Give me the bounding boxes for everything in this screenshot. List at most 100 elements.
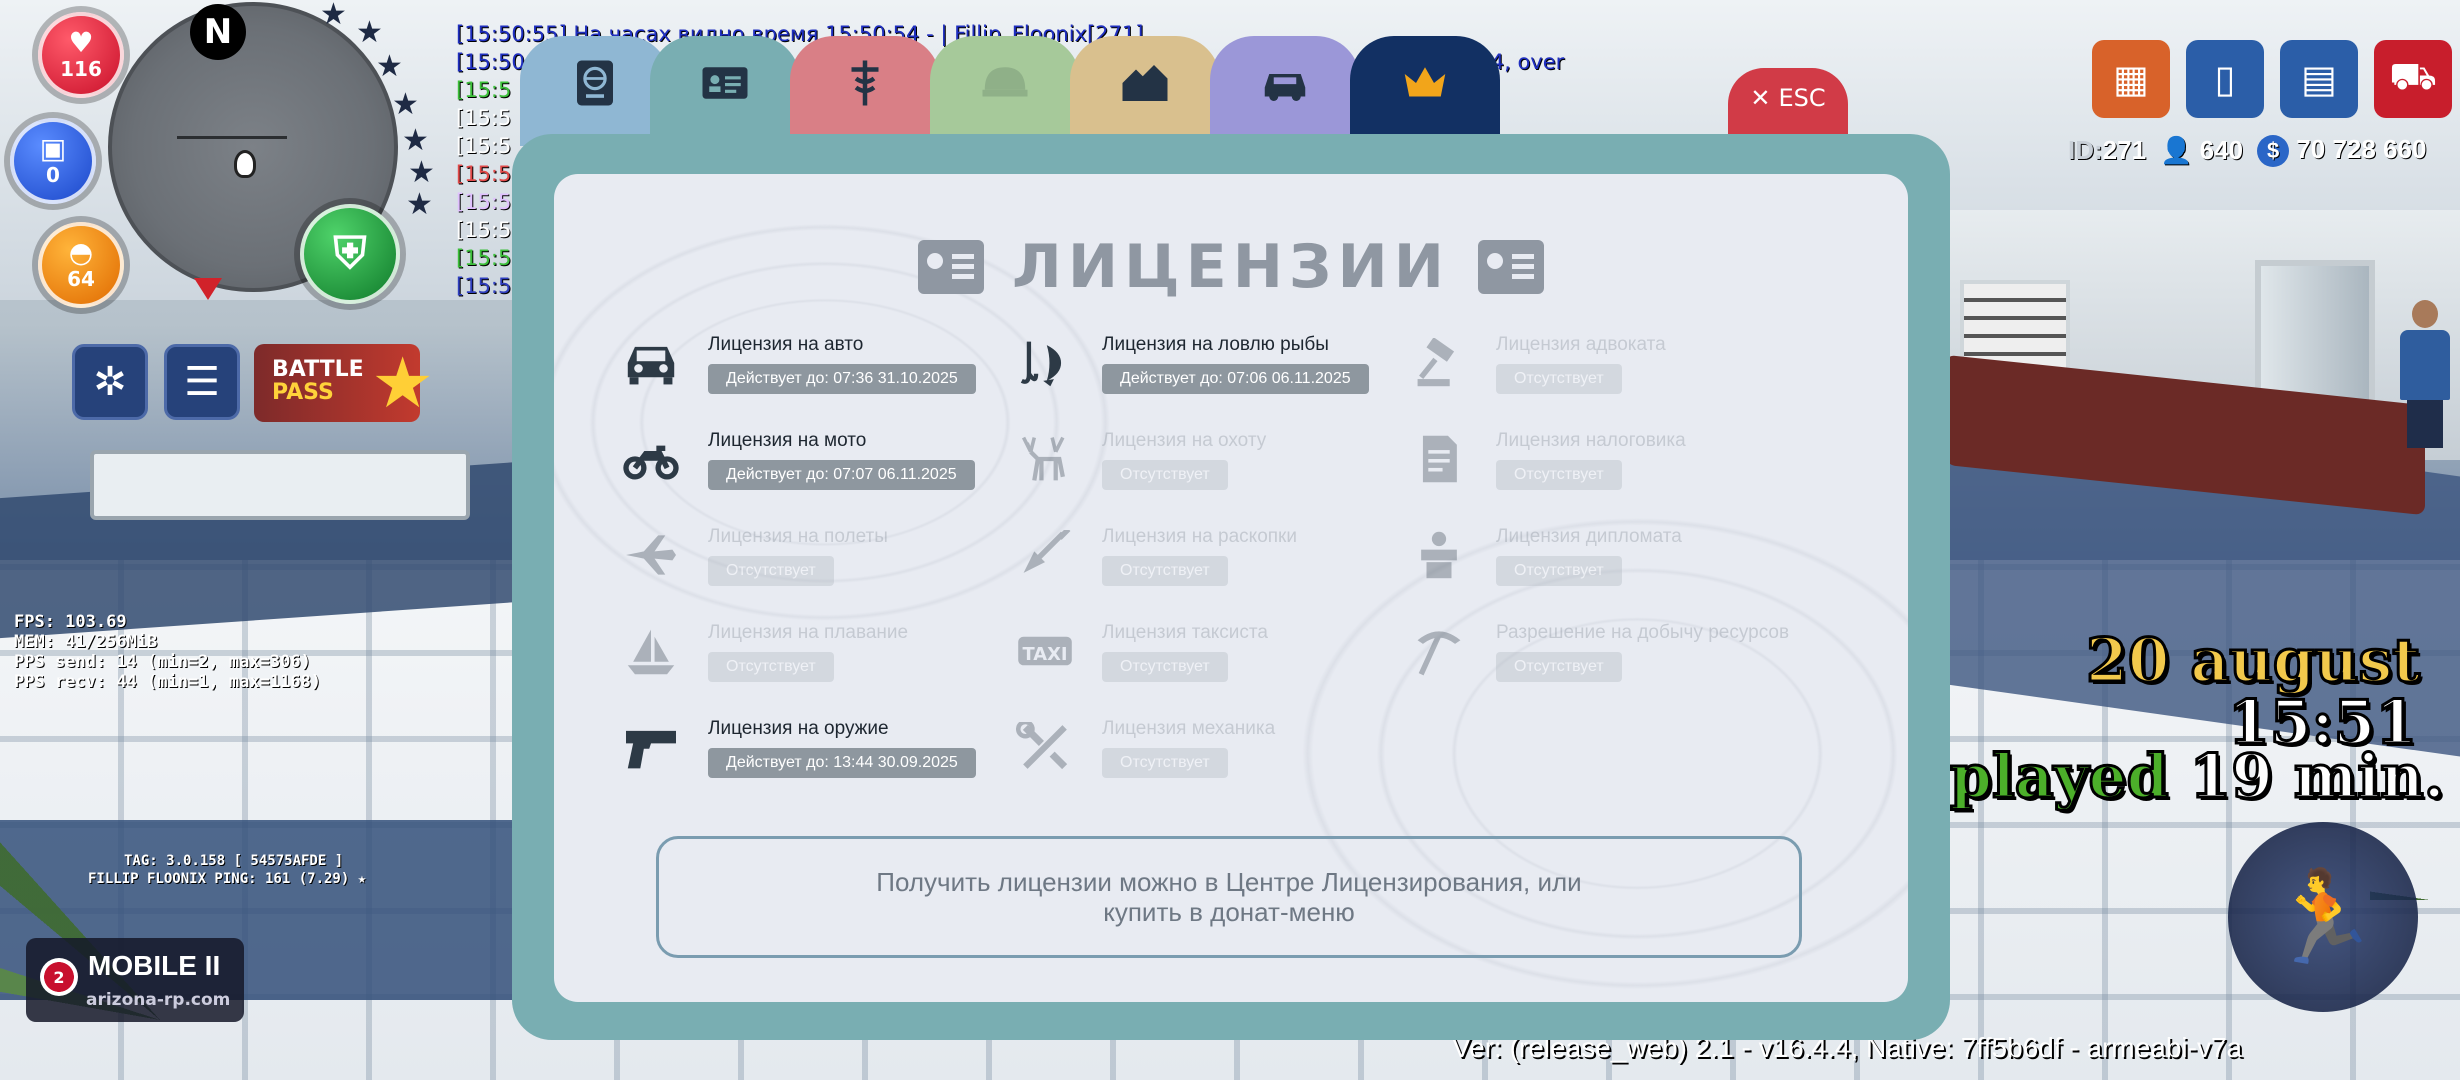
license-item-taxi[interactable]: TAXI Лицензия таксиста Отсутствует (1014, 616, 1404, 686)
burger-icon: ◓ (68, 236, 94, 269)
license-item-tax[interactable]: Лицензия налоговика Отсутствует (1408, 424, 1798, 494)
boat-icon (620, 624, 682, 678)
star-icon: ★ (392, 87, 419, 122)
tag-text: TAG: 3.0.158 [ 54575AFDE ] (124, 853, 344, 869)
helmet-icon (982, 67, 1028, 97)
running-man-icon: 🏃 (2266, 864, 2380, 970)
star-icon: ★ (406, 187, 433, 222)
license-status-badge: Отсутствует (1496, 556, 1622, 586)
compass-north: N (190, 4, 246, 60)
license-status-badge: Отсутствует (1102, 556, 1228, 586)
phone-button[interactable]: ▯ (2186, 40, 2264, 118)
player-ping-text: FILLIP FLOONIX PING: 161 (7.29) ★ (88, 871, 367, 887)
license-status-badge: Отсутствует (1496, 364, 1622, 394)
tab-property[interactable] (1070, 36, 1220, 146)
license-name: Лицензия на ловлю рыбы (1102, 334, 1329, 355)
hunger-indicator: ◓ 64 (38, 222, 124, 308)
battle-pass-button[interactable]: BATTLE PASS ★ (254, 344, 434, 422)
star-icon: ★ (402, 123, 429, 158)
cursor-click-icon: ✲ (93, 359, 127, 405)
reception-table (90, 450, 470, 520)
license-status-badge: Действует до: 07:07 06.11.2025 (708, 460, 975, 490)
tab-medical[interactable] (790, 36, 940, 146)
star-icon: ★ (376, 49, 403, 84)
tab-passport[interactable] (520, 36, 670, 146)
license-name: Лицензия на охоту (1102, 430, 1267, 451)
license-name: Лицензия на раскопки (1102, 526, 1297, 547)
document-tabs (520, 36, 1520, 156)
checklist-icon: ☰ (184, 359, 220, 405)
armor-value: 0 (46, 163, 60, 187)
shovel-icon (1014, 528, 1076, 582)
greenzone-shield-button[interactable]: ⛨ (300, 204, 400, 304)
license-name: Лицензия таксиста (1102, 622, 1268, 643)
taxi-icon: TAXI (1014, 624, 1076, 678)
license-item-diplomat[interactable]: Лицензия дипломата Отсутствует (1408, 520, 1798, 590)
armor-indicator: ▣ 0 (10, 118, 96, 204)
tasks-button[interactable]: ☰ (164, 344, 240, 420)
id-card-icon (702, 67, 748, 99)
car-tab-icon (1264, 74, 1306, 101)
debug-pps-send: PPS send: 14 (min=2, max=306) (14, 652, 311, 672)
shop-button[interactable]: ⛟ (2374, 40, 2452, 118)
license-item-weapon[interactable]: Лицензия на оружие Действует до: 13:44 30… (620, 712, 1010, 782)
health-indicator: ♥ 116 (38, 12, 124, 98)
license-item-car[interactable]: Лицензия на авто Действует до: 07:36 31.1… (620, 328, 1010, 398)
esc-close-button[interactable]: ✕ ESC (1728, 68, 1848, 138)
license-item-lawyer[interactable]: Лицензия адвоката Отсутствует (1408, 328, 1798, 398)
license-item-moto[interactable]: Лицензия на мото Действует до: 07:07 06.1… (620, 424, 1010, 494)
minimap-road (177, 136, 287, 139)
pistol-icon (620, 720, 682, 774)
license-status-badge: Отсутствует (1102, 748, 1228, 778)
hunger-value: 64 (67, 267, 95, 291)
license-status-badge: Отсутствует (708, 652, 834, 682)
motorcycle-icon (620, 432, 682, 486)
houses-icon (1122, 65, 1168, 101)
license-status-badge: Отсутствует (1102, 652, 1228, 682)
license-name: Лицензия на оружие (708, 718, 889, 739)
cart-icon: ⛟ (2389, 54, 2437, 98)
minimap-waypoint-icon (194, 278, 222, 300)
license-item-digging[interactable]: Лицензия на раскопки Отсутствует (1014, 520, 1404, 590)
license-item-sailing[interactable]: Лицензия на плавание Отсутствует (620, 616, 1010, 686)
notice-line-2: купить в донат-меню (1103, 897, 1355, 927)
license-name: Лицензия на мото (708, 430, 867, 451)
game-date: 20 august (2085, 625, 2422, 698)
star-icon: ★ (356, 15, 383, 50)
plane-icon (620, 528, 682, 582)
deer-icon (1014, 432, 1076, 486)
car-icon (620, 336, 682, 390)
main-menu-button[interactable]: ▦ (2092, 40, 2170, 118)
grid-icon: ▦ (2113, 57, 2149, 101)
license-status-badge: Действует до: 07:06 06.11.2025 (1102, 364, 1369, 394)
speaker-icon (1408, 528, 1470, 582)
license-status-badge: Отсутствует (708, 556, 834, 586)
license-item-flights[interactable]: Лицензия на полеты Отсутствует (620, 520, 1010, 590)
wrench-icon (1014, 720, 1076, 774)
online-count: 640 (2199, 135, 2244, 165)
battle-pass-star-icon: ★ (371, 342, 434, 424)
player-id: 271 (2102, 135, 2147, 165)
debug-fps: FPS: 103.69 (14, 612, 127, 632)
license-item-mechanic[interactable]: Лицензия механика Отсутствует (1014, 712, 1404, 782)
inventory-button[interactable]: ▤ (2280, 40, 2358, 118)
close-icon: ✕ (1750, 84, 1771, 112)
player-info-bar: ID:271 👤 640 $ 70 728 660 (2068, 134, 2426, 167)
shield-icon: ⛨ (333, 228, 367, 279)
quick-menu-button[interactable]: ✲ (72, 344, 148, 420)
sprint-button[interactable]: 🏃 (2228, 822, 2418, 1012)
crown-icon (1404, 67, 1446, 97)
played-value: 19 min. (2188, 741, 2446, 814)
panel-title: ЛИЦЕНЗИИ (1012, 232, 1450, 302)
license-item-mining[interactable]: Разрешение на добычу ресурсов Отсутствует (1408, 616, 1798, 686)
tab-vip[interactable] (1350, 36, 1500, 146)
server-name: MOBILE II (88, 950, 221, 981)
tab-vehicles[interactable] (1210, 36, 1360, 146)
panel-header: ЛИЦЕНЗИИ (554, 232, 1908, 302)
license-name: Лицензия механика (1102, 718, 1276, 739)
money-value: 70 728 660 (2296, 134, 2427, 164)
license-item-fishing[interactable]: Лицензия на ловлю рыбы Действует до: 07:0… (1014, 328, 1404, 398)
license-item-hunting[interactable]: Лицензия на охоту Отсутствует (1014, 424, 1404, 494)
tab-military[interactable] (930, 36, 1080, 146)
vest-icon: ▣ (39, 132, 67, 165)
